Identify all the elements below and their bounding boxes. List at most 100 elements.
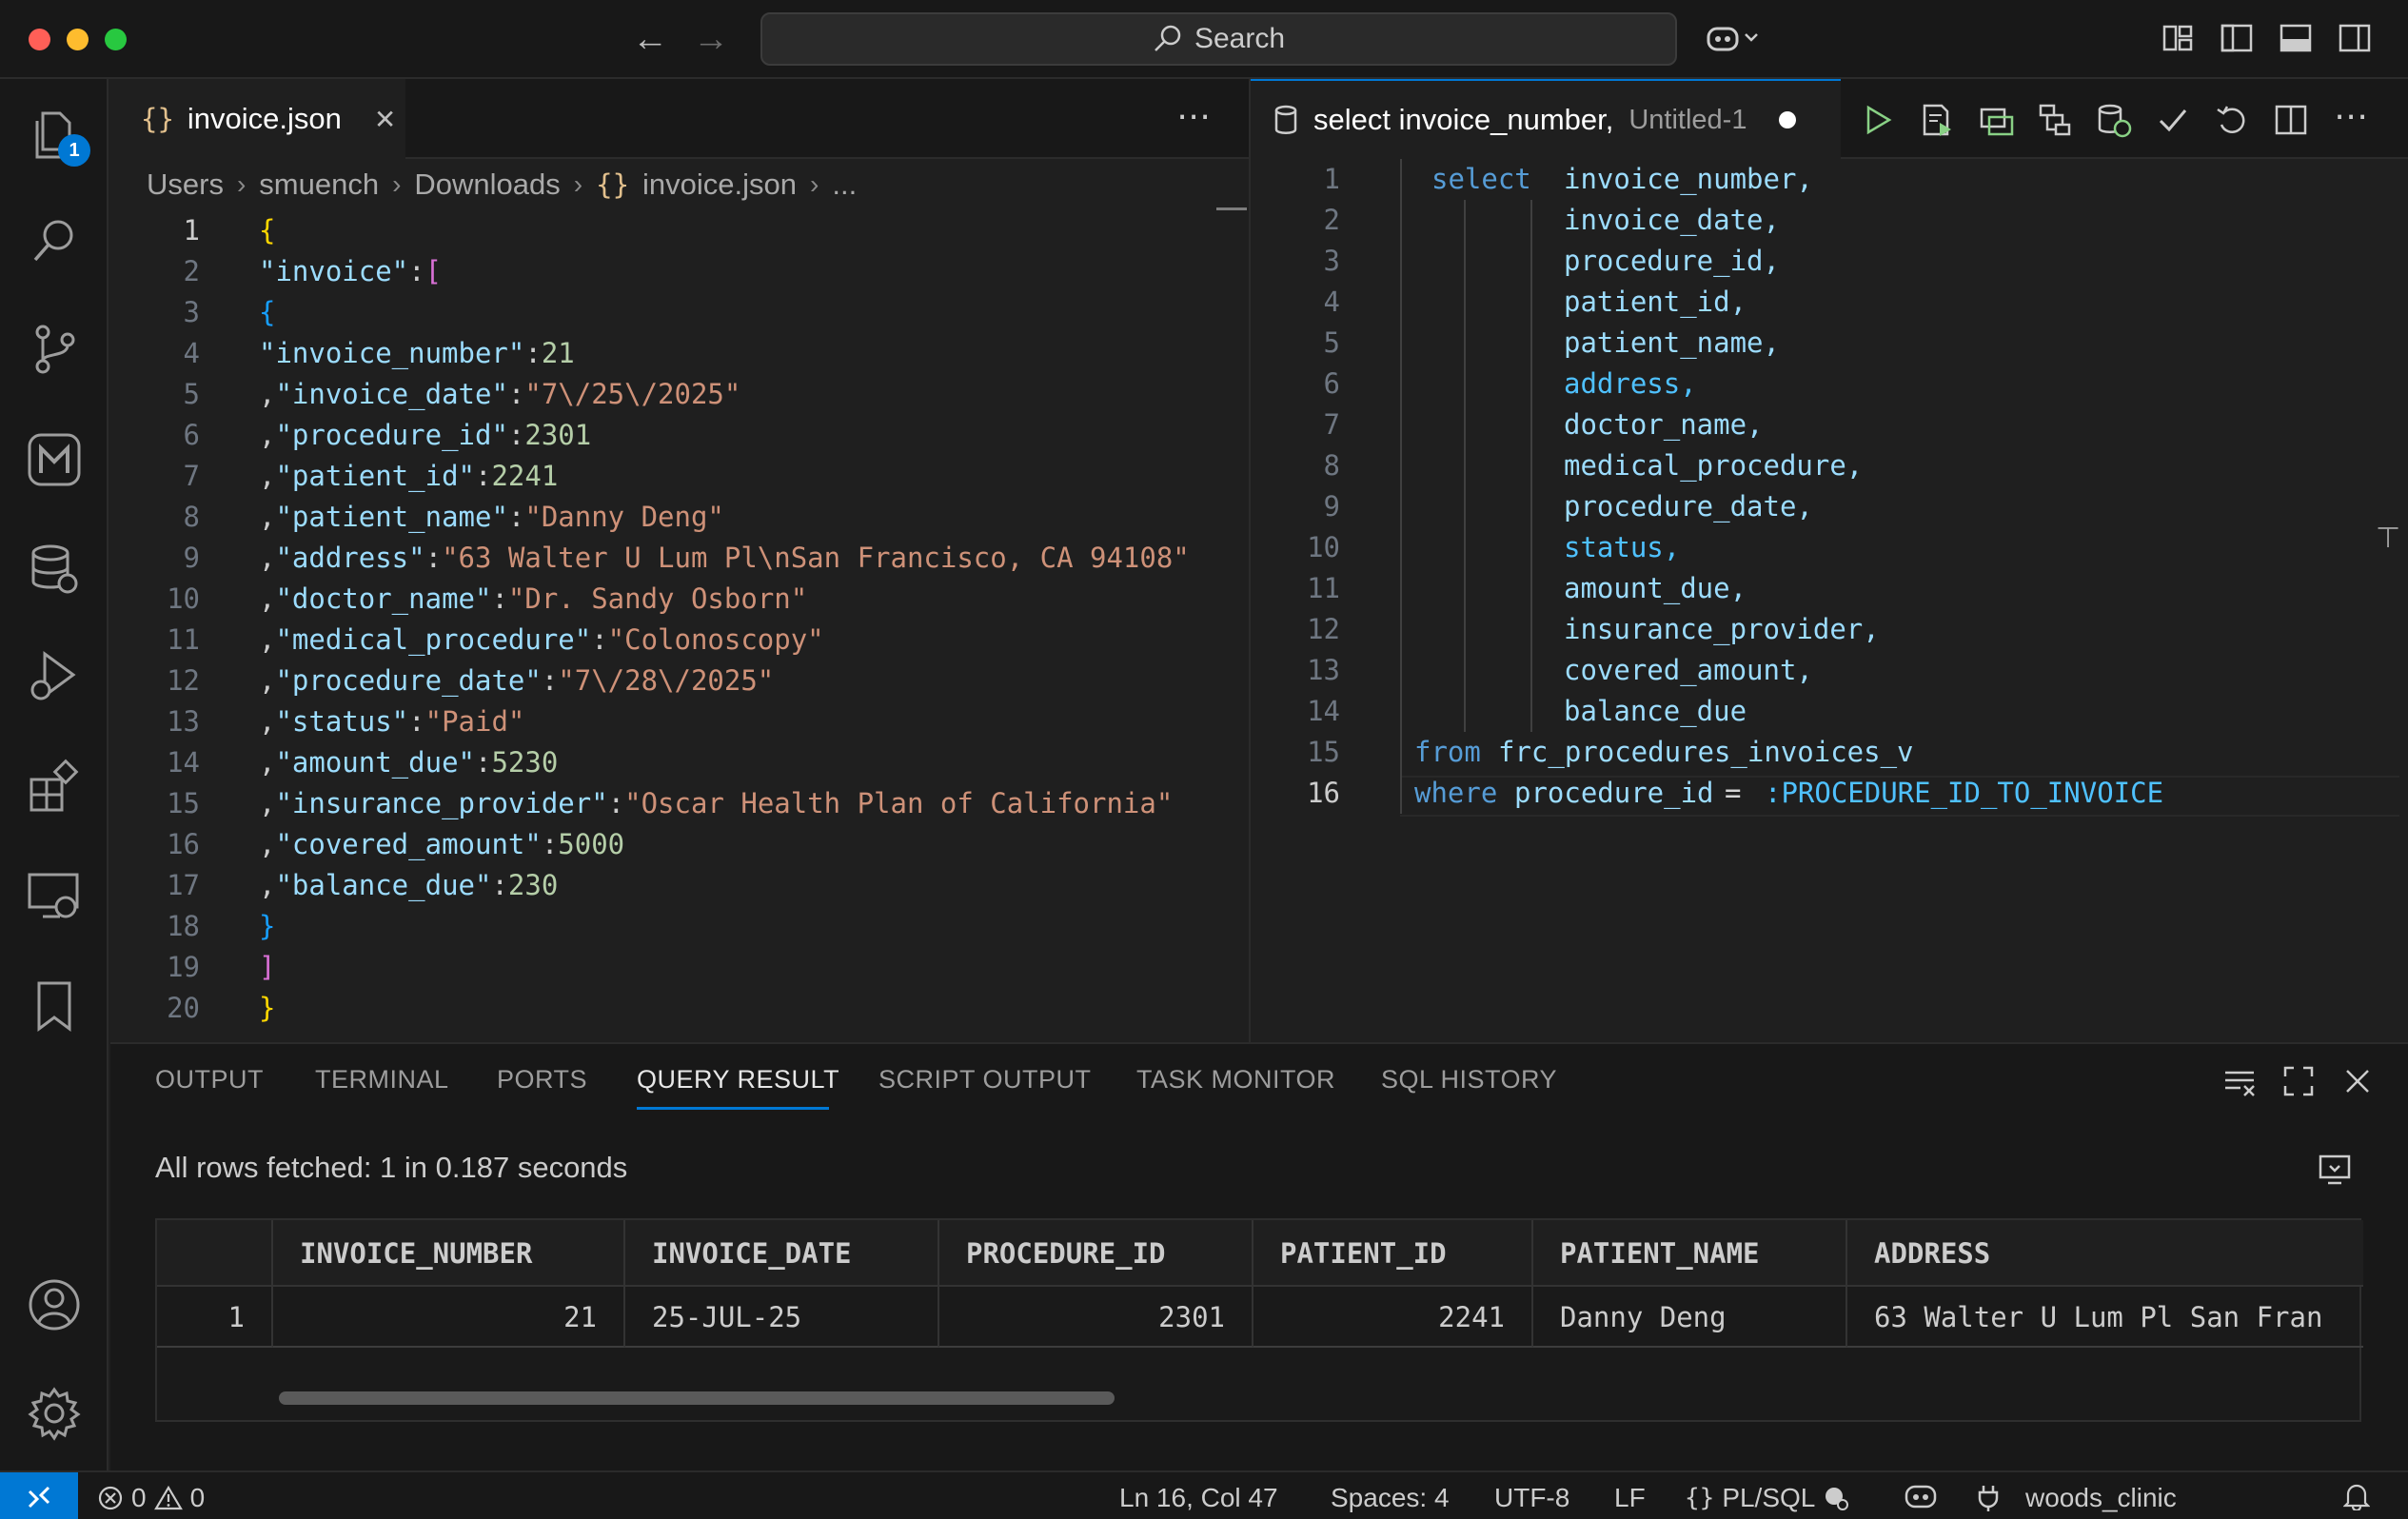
editor-more-actions-icon[interactable]: ⋯ bbox=[1176, 96, 1214, 136]
close-window-button[interactable] bbox=[29, 29, 50, 50]
export-results-icon[interactable] bbox=[2317, 1151, 2353, 1187]
line-number: 1 bbox=[1323, 163, 1340, 195]
zoom-window-button[interactable] bbox=[105, 29, 127, 50]
maximize-panel-icon[interactable] bbox=[2280, 1063, 2317, 1099]
breadcrumb-item[interactable]: invoice.json bbox=[642, 168, 797, 202]
run-debug-icon[interactable] bbox=[26, 648, 83, 705]
tab-script-output[interactable]: SCRIPT OUTPUT bbox=[878, 1065, 1092, 1095]
tab-sql-untitled[interactable]: select invoice_number, Untitled-1 bbox=[1251, 79, 1841, 159]
source-control-icon[interactable] bbox=[26, 321, 83, 378]
json-code-line: ,"procedure_id":2301 bbox=[259, 419, 592, 451]
account-icon[interactable] bbox=[26, 1276, 83, 1333]
bookmark-icon[interactable] bbox=[26, 977, 83, 1035]
table-cell[interactable]: 63 Walter U Lum Pl San Fran bbox=[1847, 1287, 2363, 1348]
chevron-right-icon: › bbox=[392, 169, 402, 199]
database-icon[interactable] bbox=[26, 540, 83, 597]
search-icon[interactable] bbox=[26, 212, 83, 269]
json-comma: , bbox=[259, 787, 276, 819]
sql-column-name: procedure_id bbox=[1514, 777, 1714, 809]
line-number: 6 bbox=[1323, 367, 1340, 400]
autotrace-icon[interactable] bbox=[2037, 102, 2073, 138]
tab-task-monitor[interactable]: TASK MONITOR bbox=[1136, 1065, 1335, 1095]
close-tab-icon[interactable]: ✕ bbox=[374, 104, 396, 135]
tab-ports[interactable]: PORTS bbox=[497, 1065, 587, 1095]
forward-arrow-icon[interactable]: → bbox=[693, 21, 729, 57]
json-key: "address" bbox=[275, 542, 425, 574]
column-header[interactable]: ADDRESS bbox=[1847, 1220, 2363, 1287]
toggle-panel-icon[interactable] bbox=[2279, 21, 2313, 55]
breadcrumb-item[interactable]: Users bbox=[147, 168, 224, 202]
table-cell[interactable]: Danny Deng bbox=[1533, 1287, 1847, 1348]
explain-plan-icon[interactable] bbox=[1978, 102, 2014, 138]
tab-invoice-json[interactable]: {} invoice.json ✕ bbox=[110, 79, 405, 159]
breadcrumb: Users › smuench › Downloads › {} invoice… bbox=[147, 164, 857, 206]
table-cell[interactable]: 2241 bbox=[1253, 1287, 1533, 1348]
rollback-icon[interactable] bbox=[2214, 102, 2250, 138]
language-mode[interactable]: {} PL/SQL bbox=[1685, 1482, 1849, 1514]
remote-indicator-button[interactable] bbox=[0, 1472, 78, 1519]
editor-group-divider[interactable] bbox=[1249, 79, 1251, 1042]
minimize-window-button[interactable] bbox=[67, 29, 89, 50]
split-editor-icon[interactable] bbox=[2273, 102, 2309, 138]
customize-layout-icon[interactable] bbox=[2161, 21, 2195, 55]
tab-query-result[interactable]: QUERY RESULT bbox=[637, 1065, 839, 1095]
json-key: "status" bbox=[275, 705, 409, 738]
breadcrumb-item[interactable]: Downloads bbox=[414, 168, 560, 202]
horizontal-scrollbar[interactable] bbox=[279, 1391, 1115, 1405]
column-header[interactable]: INVOICE_NUMBER bbox=[273, 1220, 625, 1287]
json-string-value: "Dr. Sandy Osborn" bbox=[507, 582, 808, 615]
tab-output[interactable]: OUTPUT bbox=[155, 1065, 264, 1095]
toggle-secondary-sidebar-icon[interactable] bbox=[2338, 21, 2372, 55]
tab-terminal[interactable]: TERMINAL bbox=[315, 1065, 449, 1095]
indentation-setting[interactable]: Spaces: 4 bbox=[1331, 1482, 1450, 1514]
copilot-icon[interactable] bbox=[1706, 21, 1763, 55]
cursor-position[interactable]: Ln 16, Col 47 bbox=[1119, 1482, 1278, 1514]
clear-output-icon[interactable] bbox=[2221, 1063, 2258, 1099]
database-connection[interactable]: woods_clinic bbox=[1976, 1482, 2177, 1514]
eol-setting[interactable]: LF bbox=[1614, 1482, 1646, 1514]
line-number: 4 bbox=[183, 337, 200, 369]
sql-keyword: where bbox=[1414, 777, 1498, 809]
commit-database-icon[interactable] bbox=[2096, 102, 2132, 138]
command-center-search[interactable]: Search bbox=[760, 12, 1677, 66]
table-cell[interactable]: 25-JUL-25 bbox=[625, 1287, 939, 1348]
breadcrumb-item[interactable]: smuench bbox=[259, 168, 379, 202]
json-string-value: "63 Walter U Lum Pl\nSan Francisco, CA 9… bbox=[442, 542, 1190, 574]
column-header[interactable]: INVOICE_DATE bbox=[625, 1220, 939, 1287]
tab-sql-history[interactable]: SQL HISTORY bbox=[1381, 1065, 1557, 1095]
extensions-icon[interactable] bbox=[26, 759, 83, 816]
commit-check-icon[interactable] bbox=[2155, 102, 2191, 138]
back-arrow-icon[interactable]: ← bbox=[632, 21, 668, 57]
sql-column-name: covered_amount, bbox=[1564, 654, 1813, 686]
tab-title: select invoice_number, bbox=[1313, 103, 1614, 136]
encoding-setting[interactable]: UTF-8 bbox=[1494, 1482, 1569, 1514]
line-number: 3 bbox=[183, 296, 200, 328]
json-comma: , bbox=[259, 460, 276, 492]
marketplace-m-icon[interactable] bbox=[26, 431, 83, 488]
column-header[interactable]: PATIENT_NAME bbox=[1533, 1220, 1847, 1287]
run-script-icon[interactable] bbox=[1919, 102, 1955, 138]
settings-gear-icon[interactable] bbox=[26, 1385, 83, 1442]
run-icon[interactable] bbox=[1860, 102, 1896, 138]
unsaved-dot-icon[interactable] bbox=[1779, 111, 1797, 128]
problems-indicator[interactable]: 0 0 bbox=[97, 1482, 205, 1514]
notifications-bell-icon[interactable] bbox=[2343, 1482, 2370, 1510]
json-key: "invoice_number" bbox=[259, 337, 525, 369]
json-code-line: "invoice":[ bbox=[259, 255, 443, 287]
json-string-value: "Oscar Health Plan of California" bbox=[624, 787, 1174, 819]
table-cell[interactable]: 2301 bbox=[939, 1287, 1253, 1348]
warning-icon bbox=[153, 1485, 183, 1510]
editor-more-actions-icon[interactable]: ⋯ bbox=[2334, 96, 2371, 136]
table-cell[interactable]: 21 bbox=[273, 1287, 625, 1348]
column-header[interactable]: PROCEDURE_ID bbox=[939, 1220, 1253, 1287]
toggle-primary-sidebar-icon[interactable] bbox=[2220, 21, 2254, 55]
row-number-cell[interactable]: 1 bbox=[157, 1287, 273, 1348]
column-header[interactable]: PATIENT_ID bbox=[1253, 1220, 1533, 1287]
sql-column-name: procedure_id, bbox=[1564, 245, 1780, 277]
indent-guide bbox=[1464, 200, 1466, 732]
breadcrumb-item[interactable]: ... bbox=[832, 168, 857, 202]
copilot-status-icon[interactable] bbox=[1904, 1482, 1938, 1510]
query-result-grid[interactable]: INVOICE_NUMBER INVOICE_DATE PROCEDURE_ID… bbox=[155, 1218, 2363, 1422]
close-panel-icon[interactable] bbox=[2339, 1063, 2376, 1099]
remote-explorer-icon[interactable] bbox=[26, 869, 83, 926]
